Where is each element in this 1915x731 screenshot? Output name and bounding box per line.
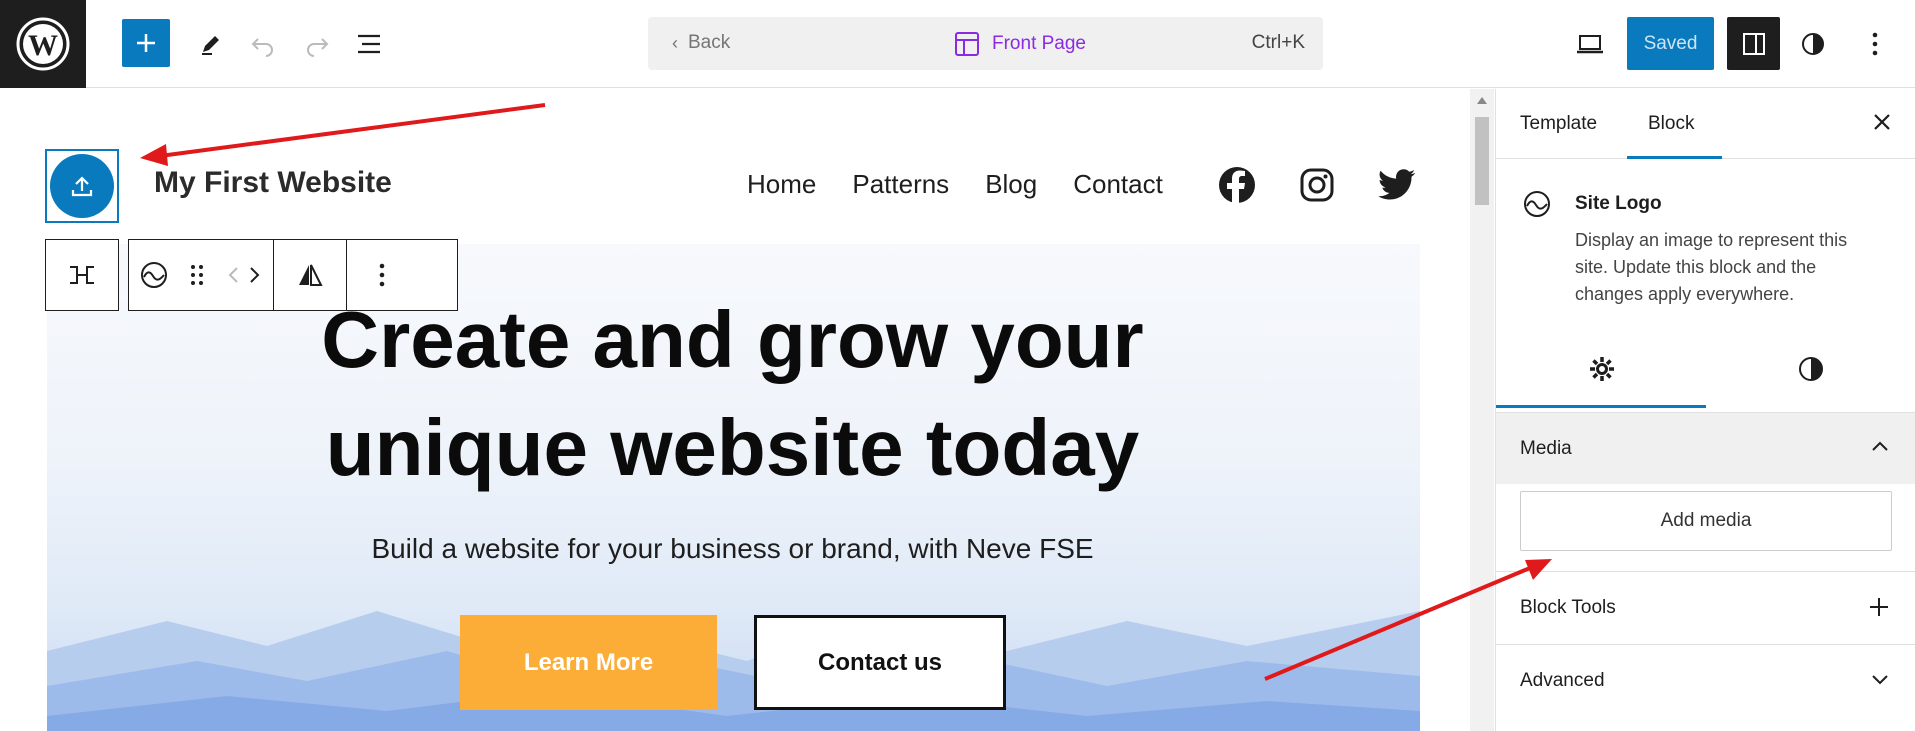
media-panel-title: Media	[1520, 437, 1572, 459]
svg-text:W: W	[28, 29, 58, 62]
undo-icon	[251, 38, 273, 57]
wordpress-logo-icon[interactable]: W	[0, 0, 86, 88]
command-bar[interactable]: ‹ Back Front Page Ctrl+K	[648, 17, 1323, 70]
hero-heading-line-2: unique website today	[325, 403, 1140, 492]
site-title[interactable]: My First Website	[154, 166, 392, 200]
add-media-button[interactable]: Add media	[1520, 491, 1892, 551]
laptop-icon	[1577, 35, 1603, 54]
more-vertical-icon	[1872, 32, 1878, 56]
block-card-title: Site Logo	[1575, 193, 1662, 214]
document-title[interactable]: Front Page	[954, 31, 1086, 57]
canvas-scrollbar[interactable]	[1470, 89, 1494, 731]
navigation-menu: Home Patterns Blog Contact	[747, 169, 1163, 200]
gear-icon	[1590, 357, 1614, 381]
facebook-icon[interactable]	[1217, 165, 1257, 205]
scroll-up-arrow-icon[interactable]	[1477, 97, 1487, 104]
styles-tab[interactable]	[1797, 355, 1825, 388]
edit-tool-button[interactable]	[193, 26, 229, 62]
redo-icon	[307, 38, 329, 57]
plus-icon	[1870, 598, 1888, 616]
block-tools-panel-toggle[interactable]: Block Tools	[1496, 571, 1915, 643]
shortcut-hint: Ctrl+K	[1251, 32, 1305, 53]
hero-heading-line-1: Create and grow your	[321, 295, 1144, 384]
sidebar-icon	[1742, 32, 1765, 55]
site-logo-block[interactable]	[45, 149, 119, 223]
hero-heading[interactable]: Create and grow your unique website toda…	[0, 286, 1465, 502]
advanced-panel-toggle[interactable]: Advanced	[1496, 644, 1915, 716]
nav-item-contact[interactable]: Contact	[1073, 169, 1163, 200]
save-button[interactable]: Saved	[1627, 17, 1714, 70]
pencil-icon	[202, 36, 219, 55]
editor-canvas[interactable]: My First Website Home Patterns Blog Cont…	[0, 89, 1475, 731]
sidebar-tabs: Template Block	[1496, 89, 1915, 159]
close-icon	[1874, 114, 1890, 130]
contrast-icon	[1802, 33, 1824, 55]
list-view-icon	[358, 34, 380, 54]
tab-block[interactable]: Block	[1648, 113, 1694, 135]
instagram-icon[interactable]	[1297, 165, 1337, 205]
tab-template[interactable]: Template	[1520, 113, 1597, 135]
redo-button[interactable]	[299, 26, 335, 62]
chevron-left-icon: ‹	[672, 32, 678, 53]
device-preview-button[interactable]	[1572, 26, 1608, 62]
chevron-down-icon	[1872, 675, 1888, 685]
learn-more-button[interactable]: Learn More	[460, 615, 717, 710]
block-tools-panel-title: Block Tools	[1520, 596, 1616, 618]
twitter-icon[interactable]	[1377, 165, 1417, 205]
contrast-icon	[1799, 357, 1823, 381]
active-inspector-tab-indicator	[1496, 405, 1706, 408]
plus-icon	[137, 34, 155, 52]
styles-button[interactable]	[1795, 26, 1831, 62]
back-button[interactable]: ‹ Back	[672, 32, 730, 54]
back-label: Back	[688, 32, 731, 53]
options-menu-button[interactable]	[1857, 26, 1893, 62]
contact-us-button[interactable]: Contact us	[754, 615, 1006, 710]
settings-sidebar: Template Block Site Logo Display an imag…	[1495, 89, 1915, 731]
scroll-thumb[interactable]	[1475, 117, 1489, 205]
page-title: Front Page	[992, 33, 1086, 54]
block-card-description: Display an image to represent this site.…	[1575, 230, 1848, 304]
chevron-up-icon	[1872, 441, 1888, 451]
editor-topbar: W ‹ Back Front Page Ctrl+K Saved	[0, 0, 1915, 88]
media-panel-toggle[interactable]: Media	[1496, 412, 1915, 484]
nav-item-home[interactable]: Home	[747, 169, 816, 200]
inspector-tabs	[1496, 329, 1915, 409]
nav-item-blog[interactable]: Blog	[985, 169, 1037, 200]
upload-icon[interactable]	[50, 154, 114, 218]
mountains-image	[47, 611, 1420, 731]
settings-sidebar-toggle[interactable]	[1727, 17, 1780, 70]
site-logo-icon	[1522, 189, 1552, 224]
layout-template-icon	[955, 32, 979, 56]
nav-item-patterns[interactable]: Patterns	[852, 169, 949, 200]
advanced-panel-title: Advanced	[1520, 669, 1605, 691]
undo-button[interactable]	[245, 26, 281, 62]
close-sidebar-button[interactable]	[1871, 111, 1893, 138]
active-tab-indicator	[1627, 156, 1722, 159]
settings-tab[interactable]	[1588, 355, 1616, 388]
document-overview-button[interactable]	[352, 26, 388, 62]
add-block-button[interactable]	[122, 19, 170, 67]
hero-subtitle[interactable]: Build a website for your business or bra…	[0, 533, 1465, 565]
